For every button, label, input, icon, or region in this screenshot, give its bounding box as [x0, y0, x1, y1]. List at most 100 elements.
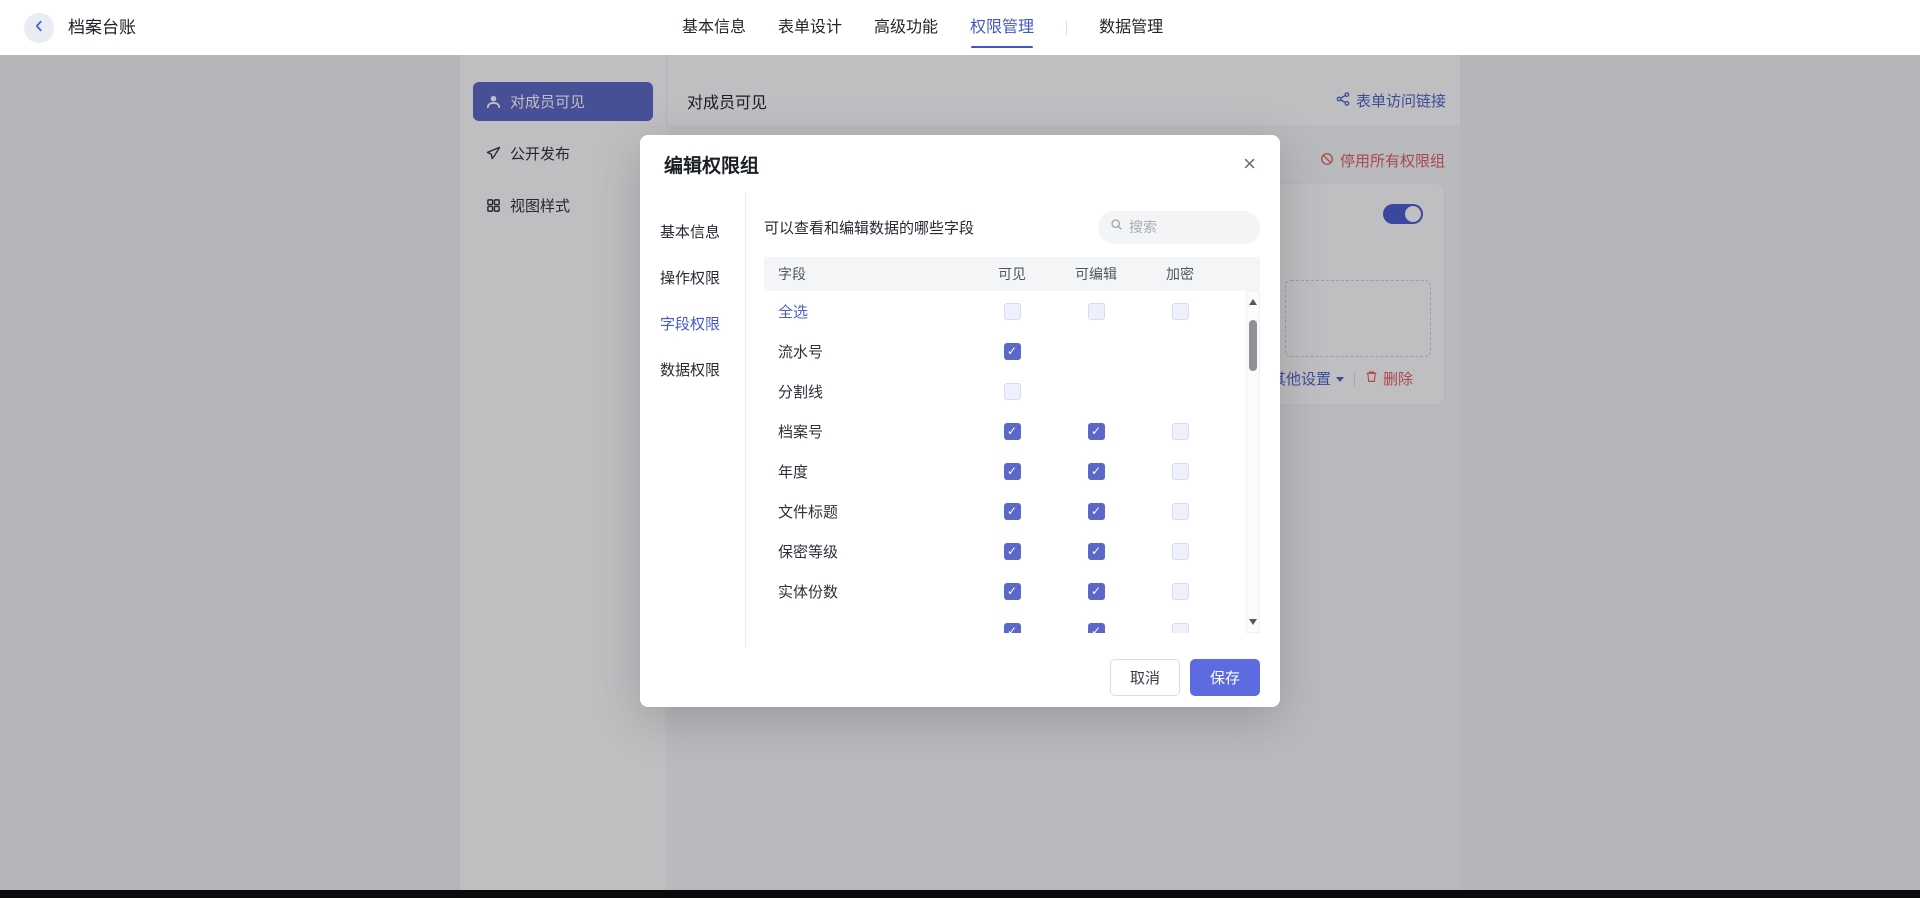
dialog-footer: 取消 保存	[640, 647, 1280, 707]
encrypted-checkbox-unchecked[interactable]	[1172, 423, 1189, 440]
editable-checkbox-checked[interactable]: ✓	[1088, 503, 1105, 520]
field-rows: 全选流水号✓分割线档案号✓✓年度✓✓文件标题✓✓保密等级✓✓实体份数✓✓✓✓	[764, 291, 1260, 633]
table-row: 分割线	[764, 371, 1260, 411]
field-name: 实体份数	[764, 581, 970, 602]
triangle-down-icon	[1249, 619, 1257, 625]
dialog-tab-data-permission[interactable]: 数据权限	[660, 351, 745, 391]
checkbox-cell-editable: ✓	[1054, 583, 1138, 600]
scrollbar[interactable]	[1246, 291, 1260, 633]
table-row: 文件标题 ✓ ✓	[764, 491, 1260, 531]
visible-checkbox-checked[interactable]: ✓	[1004, 463, 1021, 480]
editable-checkbox-checked[interactable]: ✓	[1088, 543, 1105, 560]
checkbox-cell-encrypted	[1138, 503, 1222, 520]
dialog-content: 可以查看和编辑数据的哪些字段 字段 可见 可编辑 加密 全选流水号✓分割线档	[746, 193, 1260, 647]
checkbox-cell-encrypted	[1138, 303, 1222, 320]
field-name: 年度	[764, 461, 970, 482]
table-row: 保密等级 ✓ ✓	[764, 531, 1260, 571]
search-box[interactable]	[1098, 211, 1260, 244]
checkbox-cell-editable: ✓	[1054, 623, 1138, 634]
close-icon[interactable]: ×	[1243, 153, 1256, 175]
checkbox-cell-visible: ✓	[970, 463, 1054, 480]
content-top-row: 可以查看和编辑数据的哪些字段	[764, 209, 1260, 245]
checkbox-cell-visible: ✓	[970, 623, 1054, 634]
dialog-body: 基本信息 操作权限 字段权限 数据权限 可以查看和编辑数据的哪些字段 字段	[660, 193, 1260, 647]
dialog-title: 编辑权限组	[664, 151, 759, 178]
tab-data-management[interactable]: 数据管理	[1099, 0, 1163, 55]
visible-checkbox-checked[interactable]: ✓	[1004, 423, 1021, 440]
field-name: 保密等级	[764, 541, 970, 562]
top-nav: 基本信息 表单设计 高级功能 权限管理 数据管理	[682, 0, 1163, 55]
nav-divider	[1066, 20, 1067, 36]
bottom-strip	[0, 890, 1920, 898]
checkbox-cell-editable	[1054, 303, 1138, 320]
table-row: 全选	[764, 291, 1260, 331]
cancel-button[interactable]: 取消	[1110, 659, 1180, 696]
dialog-header: 编辑权限组 ×	[640, 135, 1280, 193]
visible-checkbox-checked[interactable]: ✓	[1004, 583, 1021, 600]
search-icon	[1110, 218, 1123, 236]
checkbox-cell-editable: ✓	[1054, 543, 1138, 560]
visible-checkbox-checked[interactable]: ✓	[1004, 343, 1021, 360]
table-row: 档案号✓✓	[764, 411, 1260, 451]
page-title: 档案台账	[68, 0, 136, 55]
checkbox-cell-visible: ✓	[970, 343, 1054, 360]
checkbox-cell-visible	[970, 303, 1054, 320]
checkbox-cell-encrypted	[1138, 463, 1222, 480]
search-input[interactable]	[1129, 219, 1248, 235]
encrypted-checkbox-unchecked[interactable]	[1172, 623, 1189, 634]
dialog-tab-operation-permission[interactable]: 操作权限	[660, 259, 745, 299]
checkbox-cell-visible: ✓	[970, 583, 1054, 600]
visible-checkbox-unchecked[interactable]	[1004, 383, 1021, 400]
chevron-left-icon	[32, 19, 46, 38]
field-table-header: 字段 可见 可编辑 加密	[764, 257, 1260, 291]
scrollbar-up-button[interactable]	[1247, 294, 1259, 310]
tab-basic-info[interactable]: 基本信息	[682, 0, 746, 55]
back-button[interactable]	[24, 13, 54, 43]
encrypted-checkbox-unchecked[interactable]	[1172, 583, 1189, 600]
topbar: 档案台账 基本信息 表单设计 高级功能 权限管理 数据管理	[0, 0, 1920, 55]
column-header-editable: 可编辑	[1054, 264, 1138, 284]
encrypted-checkbox-unchecked[interactable]	[1172, 303, 1189, 320]
editable-checkbox-checked[interactable]: ✓	[1088, 623, 1105, 634]
visible-checkbox-unchecked[interactable]	[1004, 303, 1021, 320]
triangle-up-icon	[1249, 299, 1257, 305]
checkbox-cell-editable: ✓	[1054, 423, 1138, 440]
dialog-tab-field-permission[interactable]: 字段权限	[660, 305, 745, 345]
encrypted-checkbox-unchecked[interactable]	[1172, 463, 1189, 480]
visible-checkbox-checked[interactable]: ✓	[1004, 623, 1021, 634]
dialog-tab-basic-info[interactable]: 基本信息	[660, 213, 745, 253]
checkbox-cell-visible: ✓	[970, 503, 1054, 520]
checkbox-cell-encrypted	[1138, 543, 1222, 560]
column-header-encrypted: 加密	[1138, 264, 1222, 284]
editable-checkbox-checked[interactable]: ✓	[1088, 463, 1105, 480]
editable-checkbox-checked[interactable]: ✓	[1088, 423, 1105, 440]
encrypted-checkbox-unchecked[interactable]	[1172, 543, 1189, 560]
encrypted-checkbox-unchecked[interactable]	[1172, 503, 1189, 520]
scrollbar-down-button[interactable]	[1247, 614, 1259, 630]
checkbox-cell-visible: ✓	[970, 543, 1054, 560]
checkbox-cell-visible: ✓	[970, 423, 1054, 440]
save-button[interactable]: 保存	[1190, 659, 1260, 696]
field-name: 流水号	[764, 341, 970, 362]
field-list-viewport: 全选流水号✓分割线档案号✓✓年度✓✓文件标题✓✓保密等级✓✓实体份数✓✓✓✓	[764, 291, 1260, 633]
screen: 档案台账 基本信息 表单设计 高级功能 权限管理 数据管理 对成员可见 公开发布	[0, 0, 1920, 898]
checkbox-cell-encrypted	[1138, 583, 1222, 600]
editable-checkbox-checked[interactable]: ✓	[1088, 583, 1105, 600]
checkbox-cell-editable: ✓	[1054, 463, 1138, 480]
edit-permission-group-dialog: 编辑权限组 × 基本信息 操作权限 字段权限 数据权限 可以查看和编辑数据的哪些…	[640, 135, 1280, 707]
editable-checkbox-unchecked[interactable]	[1088, 303, 1105, 320]
tab-advanced-features[interactable]: 高级功能	[874, 0, 938, 55]
visible-checkbox-checked[interactable]: ✓	[1004, 543, 1021, 560]
field-permission-description: 可以查看和编辑数据的哪些字段	[764, 217, 974, 238]
visible-checkbox-checked[interactable]: ✓	[1004, 503, 1021, 520]
scrollbar-thumb[interactable]	[1249, 320, 1257, 371]
select-all-link[interactable]: 全选	[764, 301, 970, 322]
field-name: 文件标题	[764, 501, 970, 522]
table-row: ✓✓	[764, 611, 1260, 633]
dialog-tab-list: 基本信息 操作权限 字段权限 数据权限	[660, 193, 746, 647]
table-row: 年度 ✓ ✓	[764, 451, 1260, 491]
tab-form-design[interactable]: 表单设计	[778, 0, 842, 55]
checkbox-cell-visible	[970, 383, 1054, 400]
tab-permission-management[interactable]: 权限管理	[970, 0, 1034, 55]
table-row: 流水号 ✓	[764, 331, 1260, 371]
